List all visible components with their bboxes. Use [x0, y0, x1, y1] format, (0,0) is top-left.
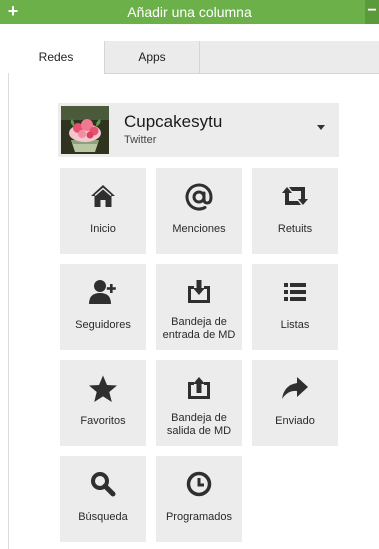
add-column-header: + Añadir una columna − — [0, 0, 379, 24]
tile-label: Menciones — [172, 223, 226, 235]
tile-label: Bandeja de salida de MD — [166, 412, 232, 437]
tile-programados[interactable]: Programados — [156, 456, 242, 542]
retweet-icon — [252, 182, 338, 212]
tile-label: Programados — [165, 511, 233, 523]
header-title: Añadir una columna — [127, 4, 252, 20]
account-network: Twitter — [124, 134, 157, 146]
inbox-download-icon — [156, 278, 242, 308]
tile-favoritos[interactable]: Favoritos — [60, 360, 146, 446]
tile-seguidores[interactable]: Seguidores — [60, 264, 146, 350]
tile-label: Favoritos — [80, 415, 126, 427]
minimize-button[interactable]: − — [365, 0, 379, 24]
panel-divider — [8, 73, 9, 549]
search-icon — [60, 470, 146, 500]
star-icon — [60, 374, 146, 404]
tile-enviado[interactable]: Enviado — [252, 360, 338, 446]
at-icon — [156, 182, 242, 212]
tab-redes[interactable]: Redes — [8, 41, 105, 74]
network-tabs: Redes Apps — [8, 41, 379, 74]
tile-label: Inicio — [90, 223, 116, 235]
clock-icon — [156, 470, 242, 500]
account-selector[interactable]: Cupcakesytu Twitter — [58, 103, 339, 157]
tile-bandeja-entrada[interactable]: Bandeja de entrada de MD — [156, 264, 242, 350]
account-name: Cupcakesytu — [124, 112, 223, 131]
share-arrow-icon — [252, 374, 338, 404]
tile-label: Búsqueda — [78, 511, 128, 523]
tile-label: Listas — [280, 319, 310, 331]
tile-label: Bandeja de entrada de MD — [162, 316, 236, 341]
list-icon — [252, 278, 338, 308]
tile-inicio[interactable]: Inicio — [60, 168, 146, 254]
tile-busqueda[interactable]: Búsqueda — [60, 456, 146, 542]
avatar — [61, 106, 109, 154]
chevron-down-icon[interactable] — [317, 125, 325, 130]
outbox-upload-icon — [156, 374, 242, 404]
tab-apps[interactable]: Apps — [105, 41, 200, 73]
tile-label: Retuits — [277, 223, 313, 235]
tile-label: Seguidores — [75, 319, 131, 331]
tile-retuits[interactable]: Retuits — [252, 168, 338, 254]
add-user-icon — [60, 278, 146, 308]
home-icon — [60, 182, 146, 212]
tile-label: Enviado — [275, 415, 315, 427]
tile-listas[interactable]: Listas — [252, 264, 338, 350]
tile-menciones[interactable]: Menciones — [156, 168, 242, 254]
tile-bandeja-salida[interactable]: Bandeja de salida de MD — [156, 360, 242, 446]
